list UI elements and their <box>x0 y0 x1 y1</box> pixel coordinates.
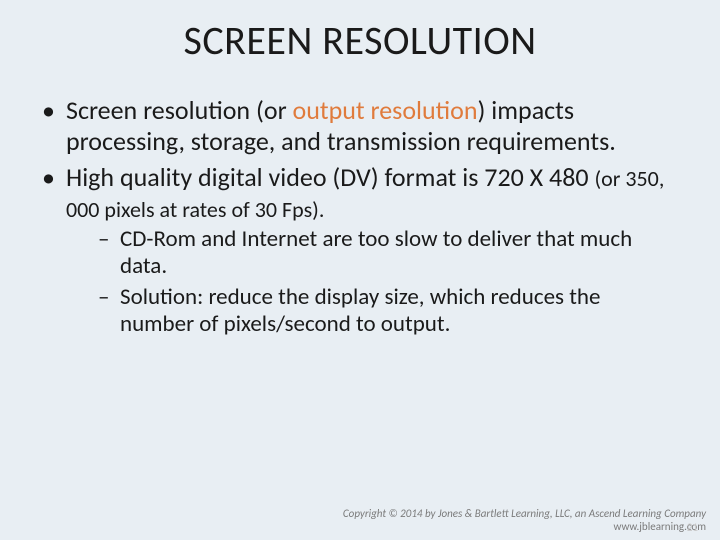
sub-bullet-list: CD-Rom and Internet are too slow to deli… <box>66 226 678 339</box>
sub-bullet-1: CD-Rom and Internet are too slow to deli… <box>98 226 678 280</box>
slide-body: Screen resolution (or output resolution)… <box>0 65 720 338</box>
bullet-list: Screen resolution (or output resolution)… <box>42 95 678 338</box>
bullet-1: Screen resolution (or output resolution)… <box>42 95 678 156</box>
footer: Copyright © 2014 by Jones & Bartlett Lea… <box>343 507 706 535</box>
bullet-1-accent: output resolution <box>293 94 478 126</box>
footer-url: www.jblearning.com <box>343 520 706 534</box>
slide-title: SCREEN RESOLUTION <box>0 0 720 65</box>
slide: SCREEN RESOLUTION Screen resolution (or … <box>0 0 720 540</box>
footer-copyright: Copyright © 2014 by Jones & Bartlett Lea… <box>343 507 706 521</box>
bullet-2-main: High quality digital video (DV) format i… <box>66 161 594 193</box>
page-number: 21 <box>687 521 698 534</box>
bullet-1-pre: Screen resolution (or <box>66 94 293 126</box>
bullet-2: High quality digital video (DV) format i… <box>42 162 678 338</box>
sub-bullet-2: Solution: reduce the display size, which… <box>98 284 678 338</box>
